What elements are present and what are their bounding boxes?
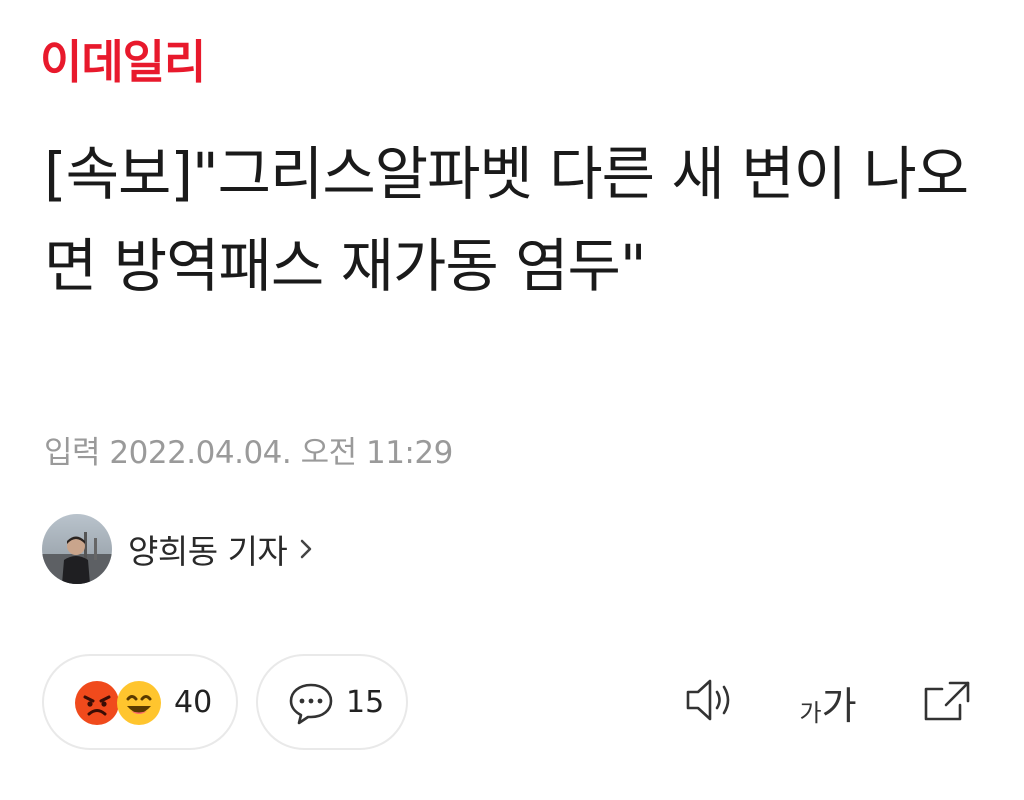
font-size-button[interactable]: 가 가 [792,670,864,734]
share-icon [920,675,976,729]
listen-button[interactable] [682,670,742,734]
chevron-right-icon [295,531,319,567]
font-large-label: 가 [821,683,857,728]
brand-logo[interactable]: 이데일리 [40,32,206,92]
speech-bubble-icon [288,682,334,726]
speaker-icon [684,675,740,729]
comment-count: 15 [346,684,385,720]
angry-emoji-icon [74,680,120,726]
laughing-emoji-icon [116,680,162,726]
share-button[interactable] [916,670,980,734]
reporter-avatar [42,514,112,584]
reaction-count: 40 [174,684,213,720]
reporter-link[interactable]: 양희동 기자 [42,514,319,584]
reporter-name: 양희동 기자 [128,532,288,571]
font-small-label: 가 [799,698,822,727]
reactions-button[interactable]: 40 [42,654,238,750]
published-date: 입력 2022.04.04. 오전 11:29 [44,435,453,471]
comments-button[interactable]: 15 [256,654,408,750]
article-headline: [속보]"그리스알파벳 다른 새 변이 나오면 방역패스 재가동 염두" [44,140,969,300]
